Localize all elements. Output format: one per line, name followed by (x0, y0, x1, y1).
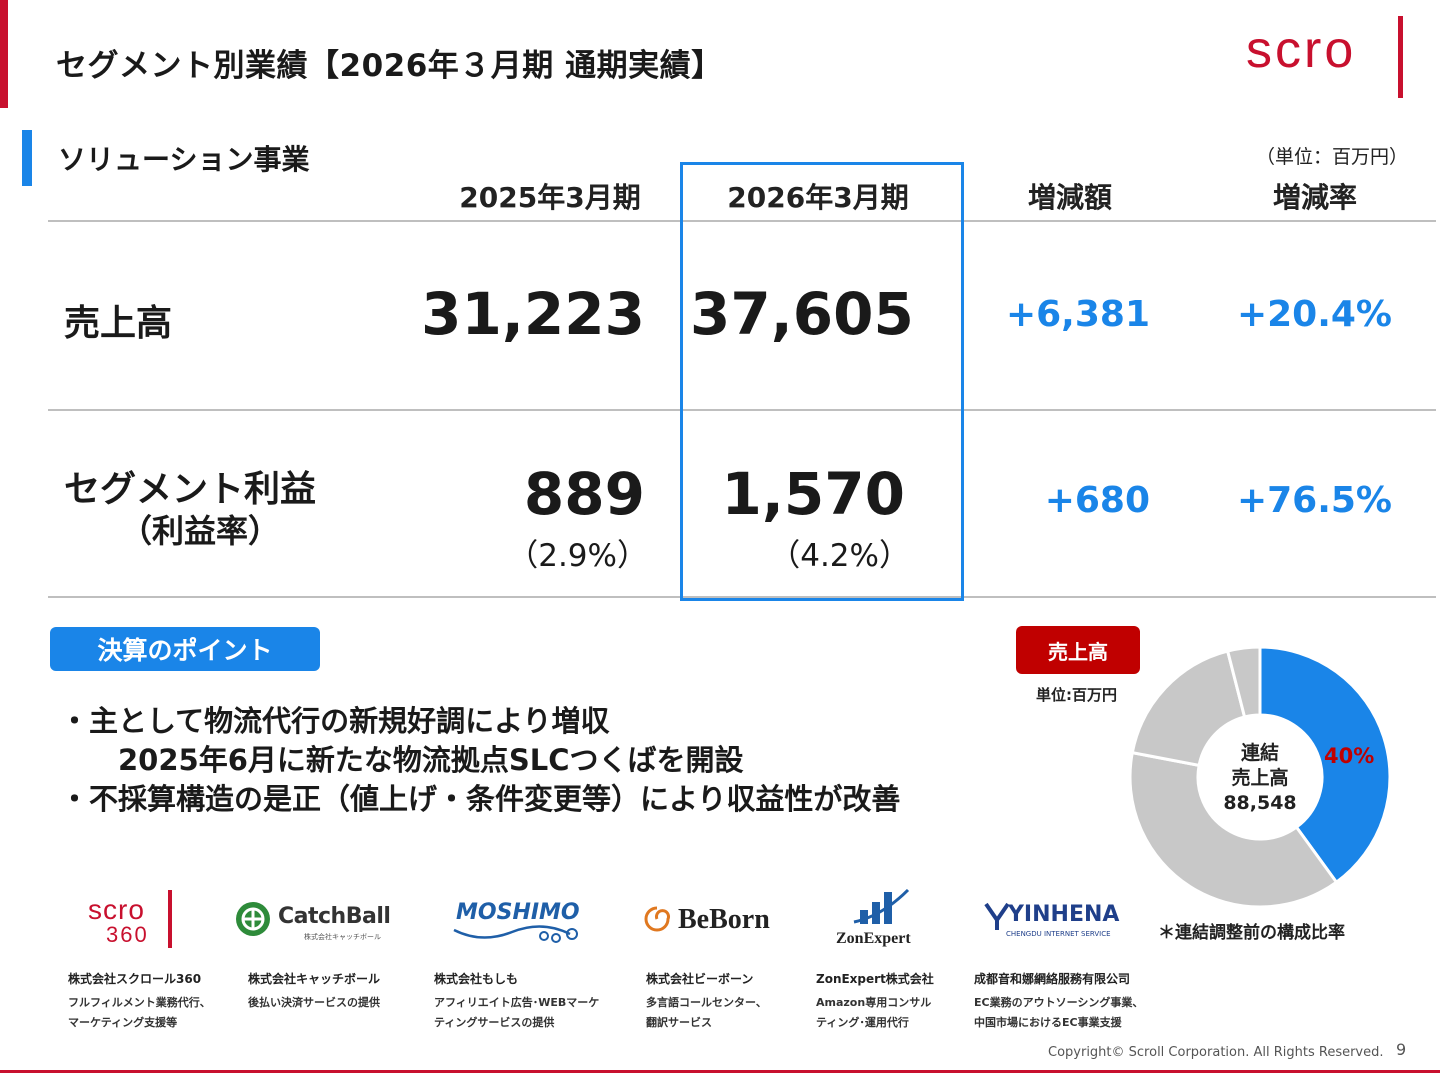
moshimo-logo-text: MOSHIMO (456, 900, 580, 925)
company-yinhena: 成都音和娜網絡服務有限公司 EC業務のアウトソーシング事業、 中国市場におけるE… (974, 970, 1143, 1033)
company-desc: 後払い決済サービスの提供 (248, 993, 380, 1013)
catchball-logo-text: CatchBall (278, 904, 391, 929)
company-name: 成都音和娜網絡服務有限公司 (974, 972, 1131, 986)
company-catchball: 株式会社キャッチボール 後払い決済サービスの提供 (248, 970, 380, 1013)
profit-fy2026: 1,570 (721, 460, 905, 528)
company-desc-line: フルフィルメント業務代行、 (68, 996, 211, 1009)
profit-rate: +76.5% (1236, 480, 1392, 521)
company-desc-line: 翻訳サービス (646, 1016, 712, 1029)
point-item-2: ・不採算構造の是正（値上げ・条件変更等）により収益性が改善 (60, 782, 901, 816)
donut-center-line-2: 売上高 (1231, 767, 1289, 789)
unit-label: （単位：百万円） (1256, 146, 1409, 168)
section-accent-bar (22, 130, 32, 186)
margin-fy2025: （2.9%） (507, 538, 648, 574)
company-desc-line: 中国市場におけるEC事業支援 (974, 1016, 1122, 1029)
company-desc-line: マーケティング支援等 (68, 1016, 178, 1029)
company-desc-line: ティング･運用代行 (816, 1016, 909, 1029)
section-title: ソリューション事業 (58, 143, 310, 176)
company-name: 株式会社ビーボーン (646, 972, 754, 986)
company-name: 株式会社キャッチボール (248, 972, 381, 986)
points-badge: 決算のポイント (50, 627, 320, 671)
margin-fy2026: （4.2%） (769, 538, 910, 574)
company-scroll360: 株式会社スクロール360 フルフィルメント業務代行、 マーケティング支援等 (68, 970, 211, 1033)
donut-center-label: 連結 売上高 88,548 (1212, 741, 1308, 816)
company-desc-line: 後払い決済サービスの提供 (248, 996, 380, 1009)
point-item-1: ・主として物流代行の新規好調により増収 (60, 704, 610, 738)
profit-fy2025: 889 (523, 460, 645, 528)
catchball-ball-icon (236, 902, 270, 936)
sales-change: +6,381 (1005, 294, 1150, 335)
company-desc-line: 多言語コールセンター、 (646, 996, 767, 1009)
yinhena-logo-text: YINHENA (1008, 902, 1120, 927)
moshimo-logo: MOSHIMO (452, 896, 588, 948)
zonexpert-logo-text: ZonExpert (836, 930, 911, 947)
company-zonexpert: ZonExpert株式会社 Amazon専用コンサル ティング･運用代行 (816, 970, 934, 1033)
pie-unit-label: 単位:百万円 (1036, 686, 1117, 704)
company-desc: フルフィルメント業務代行、 マーケティング支援等 (68, 993, 211, 1033)
composition-note: ＊連結調整前の構成比率 (1158, 923, 1345, 943)
profit-change: +680 (1044, 480, 1150, 521)
sales-fy2025: 31,223 (421, 280, 645, 348)
yinhena-y-icon (984, 902, 1010, 930)
beborn-swirl-icon (644, 906, 670, 932)
company-desc-line: EC業務のアウトソーシング事業、 (974, 996, 1144, 1009)
donut-center-line-3: 88,548 (1223, 792, 1297, 814)
donut-highlight-percent: 40% (1324, 744, 1375, 768)
company-desc: 多言語コールセンター、 翻訳サービス (646, 993, 767, 1033)
row-sublabel-margin: （利益率） (120, 512, 281, 550)
sales-badge: 売上高 (1016, 626, 1140, 674)
catchball-logo-sub: 株式会社キャッチボール (304, 933, 381, 941)
zonexpert-logo: ZonExpert (834, 886, 926, 950)
scroll360-logo-bar (168, 890, 172, 948)
donut-center-line-1: 連結 (1240, 742, 1279, 764)
company-name: 株式会社スクロール360 (68, 972, 202, 986)
company-desc-line: アフィリエイト広告･WEBマーケ (434, 996, 600, 1009)
sales-rate: +20.4% (1236, 294, 1392, 335)
logo-text: scro (1246, 21, 1357, 79)
company-desc: Amazon専用コンサル ティング･運用代行 (816, 993, 934, 1033)
col-header-fy2025: 2025年3月期 (459, 181, 641, 214)
scroll-logo: scro (1244, 16, 1414, 100)
yinhena-logo-sub: CHENGDU INTERNET SERVICE (1006, 930, 1111, 938)
page-number: 9 (1396, 1040, 1407, 1059)
company-desc-line: Amazon専用コンサル (816, 996, 932, 1009)
company-moshimo: 株式会社もしも アフィリエイト広告･WEBマーケ ティングサービスの提供 (434, 970, 599, 1033)
catchball-logo: CatchBall 株式会社キャッチボール (234, 900, 394, 944)
header-accent-bar (0, 0, 8, 108)
company-name: ZonExpert株式会社 (816, 972, 934, 986)
copyright: Copyright© Scroll Corporation. All Right… (1048, 1045, 1384, 1060)
logo-bar (1398, 16, 1403, 98)
company-name: 株式会社もしも (434, 972, 519, 986)
page-title: セグメント別業績【2026年３月期 通期実績】 (56, 48, 723, 84)
beborn-logo-text: BeBorn (678, 904, 770, 935)
point-item-1-detail: 2025年6月に新たな物流拠点SLCつくばを開設 (118, 743, 744, 777)
sales-fy2026: 37,605 (690, 280, 914, 348)
zonexpert-chart-icon (853, 888, 910, 924)
beborn-logo: BeBorn (642, 902, 782, 942)
company-desc: アフィリエイト広告･WEBマーケ ティングサービスの提供 (434, 993, 599, 1033)
company-desc-line: ティングサービスの提供 (434, 1016, 555, 1029)
company-beborn: 株式会社ビーボーン 多言語コールセンター、 翻訳サービス (646, 970, 767, 1033)
yinhena-logo: YINHENA CHENGDU INTERNET SERVICE (984, 900, 1124, 944)
col-header-change: 増減額 (1027, 181, 1112, 214)
row-label-sales: 売上高 (64, 303, 173, 344)
moshimo-wave-icon (453, 925, 578, 943)
row-label-segment-profit: セグメント利益 (64, 469, 317, 510)
company-desc: EC業務のアウトソーシング事業、 中国市場におけるEC事業支援 (974, 993, 1143, 1033)
footer-line (0, 1070, 1440, 1073)
scroll360-logo-bottom: 360 (106, 922, 149, 947)
col-header-rate: 増減率 (1272, 181, 1357, 214)
scroll360-logo: scro 360 (88, 890, 184, 954)
